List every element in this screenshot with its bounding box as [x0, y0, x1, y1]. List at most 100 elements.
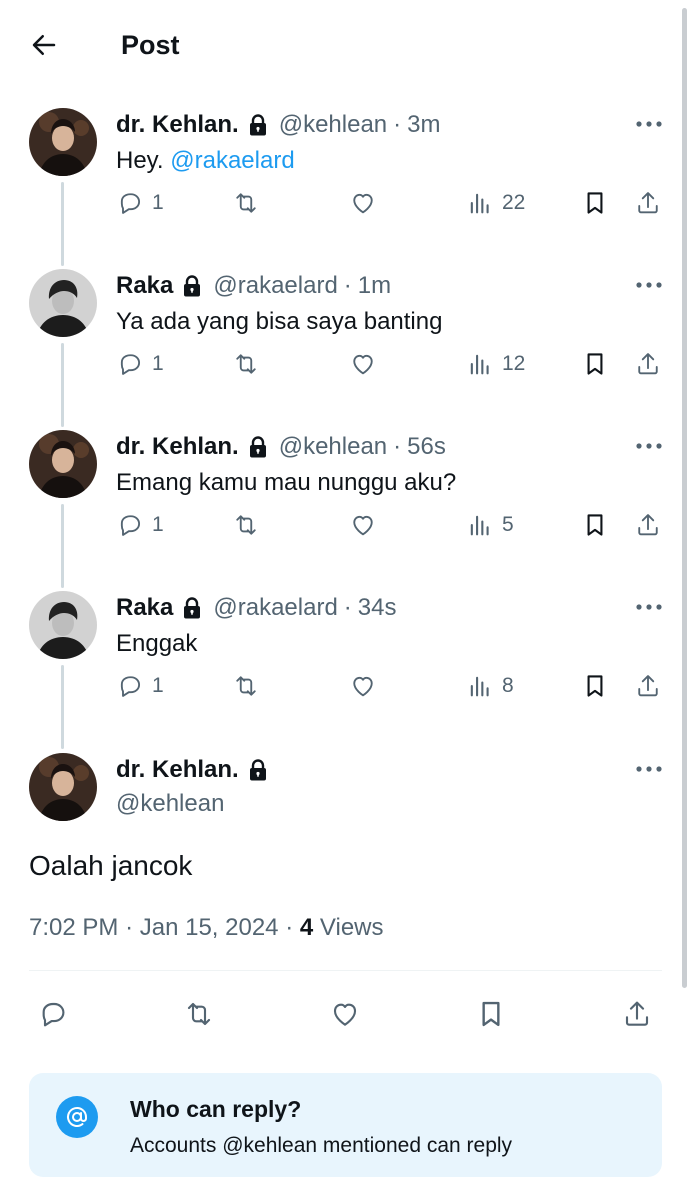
- like-icon: [329, 998, 361, 1030]
- tweet-header: Raka @rakaelard · 1m: [116, 271, 391, 301]
- reply-button[interactable]: 1: [116, 186, 164, 220]
- username[interactable]: @kehlean: [116, 789, 224, 819]
- like-button[interactable]: [349, 347, 377, 381]
- separator: ·: [285, 914, 300, 941]
- avatar[interactable]: [29, 269, 97, 337]
- reply-tweet[interactable]: dr. Kehlan. @kehlean · 56s Emang kamu ma…: [0, 430, 691, 591]
- repost-button[interactable]: [232, 186, 260, 220]
- reply-tweet[interactable]: Raka @rakaelard · 34s Enggak 1 8: [0, 591, 691, 752]
- more-button[interactable]: [634, 438, 664, 454]
- repost-button[interactable]: [232, 508, 260, 542]
- share-button[interactable]: [634, 669, 662, 703]
- tweet-text: Ya ada yang bisa saya banting: [116, 307, 442, 337]
- tweet-header: dr. Kehlan. @kehlean · 56s: [116, 432, 446, 462]
- username[interactable]: @kehlean: [279, 433, 387, 461]
- repost-icon: [232, 511, 260, 539]
- more-icon: [635, 120, 663, 128]
- views-button[interactable]: 8: [466, 669, 514, 703]
- reply-button[interactable]: 1: [116, 347, 164, 381]
- avatar[interactable]: [29, 753, 97, 821]
- views-icon: [466, 350, 494, 378]
- display-name[interactable]: Raka: [116, 594, 173, 622]
- share-button[interactable]: [634, 508, 662, 542]
- avatar[interactable]: [29, 591, 97, 659]
- share-icon: [634, 511, 662, 539]
- bookmark-icon: [475, 998, 507, 1030]
- repost-button[interactable]: [232, 347, 260, 381]
- tweet-header: dr. Kehlan.: [116, 755, 279, 785]
- bookmark-button[interactable]: [581, 508, 609, 542]
- reply-icon: [116, 350, 144, 378]
- action-bar: 1 12: [0, 347, 691, 381]
- repost-button[interactable]: [232, 669, 260, 703]
- reply-button[interactable]: 1: [116, 508, 164, 542]
- action-bar: 1 5: [0, 508, 691, 542]
- display-name[interactable]: dr. Kehlan.: [116, 756, 239, 784]
- display-name[interactable]: dr. Kehlan.: [116, 111, 239, 139]
- arrow-left-icon: [32, 35, 56, 55]
- views-button[interactable]: 22: [466, 186, 525, 220]
- separator: ·: [393, 433, 402, 460]
- reply-tweet[interactable]: dr. Kehlan. @kehlean · 3m Hey. @rakaelar…: [0, 108, 691, 269]
- lock-icon: [247, 435, 269, 459]
- reply-count: 1: [152, 513, 164, 536]
- date[interactable]: Jan 15, 2024: [140, 914, 279, 941]
- like-button[interactable]: [349, 186, 377, 220]
- main-action-bar: [0, 996, 691, 1032]
- reply-tweet[interactable]: Raka @rakaelard · 1m Ya ada yang bisa sa…: [0, 269, 691, 430]
- tweet-body: Ya ada yang bisa saya banting: [116, 308, 443, 335]
- views-count: 12: [502, 352, 526, 375]
- bookmark-button[interactable]: [581, 669, 609, 703]
- share-button[interactable]: [634, 347, 662, 381]
- bookmark-button[interactable]: [581, 186, 609, 220]
- more-button[interactable]: [634, 599, 664, 615]
- repost-icon: [232, 672, 260, 700]
- more-button[interactable]: [634, 277, 664, 293]
- views-label: Views: [319, 914, 384, 941]
- username[interactable]: @rakaelard: [213, 272, 337, 300]
- display-name[interactable]: dr. Kehlan.: [116, 433, 239, 461]
- tweet-text: Hey. @rakaelard: [116, 146, 295, 176]
- reply-button[interactable]: [37, 996, 69, 1032]
- more-button[interactable]: [634, 116, 664, 132]
- like-button[interactable]: [329, 996, 361, 1032]
- mention-link[interactable]: @rakaelard: [170, 147, 294, 174]
- more-icon: [635, 281, 663, 289]
- timestamp[interactable]: 7:02 PM: [29, 914, 118, 941]
- reply-button[interactable]: 1: [116, 669, 164, 703]
- separator: ·: [393, 111, 402, 138]
- display-name[interactable]: Raka: [116, 272, 173, 300]
- avatar[interactable]: [29, 108, 97, 176]
- like-button[interactable]: [349, 508, 377, 542]
- bookmark-button[interactable]: [475, 996, 507, 1032]
- views-button[interactable]: 5: [466, 508, 514, 542]
- avatar[interactable]: [29, 430, 97, 498]
- lock-icon: [181, 596, 203, 620]
- divider: [29, 970, 662, 971]
- timestamp[interactable]: 3m: [407, 111, 440, 139]
- who-can-reply-description: Accounts @kehlean mentioned can reply: [130, 1134, 513, 1157]
- like-button[interactable]: [349, 669, 377, 703]
- like-icon: [349, 511, 377, 539]
- more-icon: [635, 603, 663, 611]
- username[interactable]: @kehlean: [279, 111, 387, 139]
- tweet-text: Oalah jancok: [29, 850, 193, 881]
- action-bar: 1 8: [0, 669, 691, 703]
- top-bar: Post: [0, 0, 691, 90]
- timestamp[interactable]: 1m: [358, 272, 391, 300]
- views-button[interactable]: 12: [466, 347, 525, 381]
- username[interactable]: @rakaelard: [213, 594, 337, 622]
- timestamp[interactable]: 34s: [358, 594, 397, 622]
- separator: ·: [343, 594, 352, 621]
- repost-button[interactable]: [183, 996, 215, 1032]
- share-button[interactable]: [634, 186, 662, 220]
- tweet-header: Raka @rakaelard · 34s: [116, 593, 397, 623]
- timestamp[interactable]: 56s: [407, 433, 446, 461]
- share-icon: [634, 189, 662, 217]
- back-button[interactable]: [24, 28, 64, 62]
- more-button[interactable]: [634, 761, 664, 777]
- like-icon: [349, 672, 377, 700]
- lock-icon: [247, 113, 269, 137]
- share-button[interactable]: [621, 996, 653, 1032]
- bookmark-button[interactable]: [581, 347, 609, 381]
